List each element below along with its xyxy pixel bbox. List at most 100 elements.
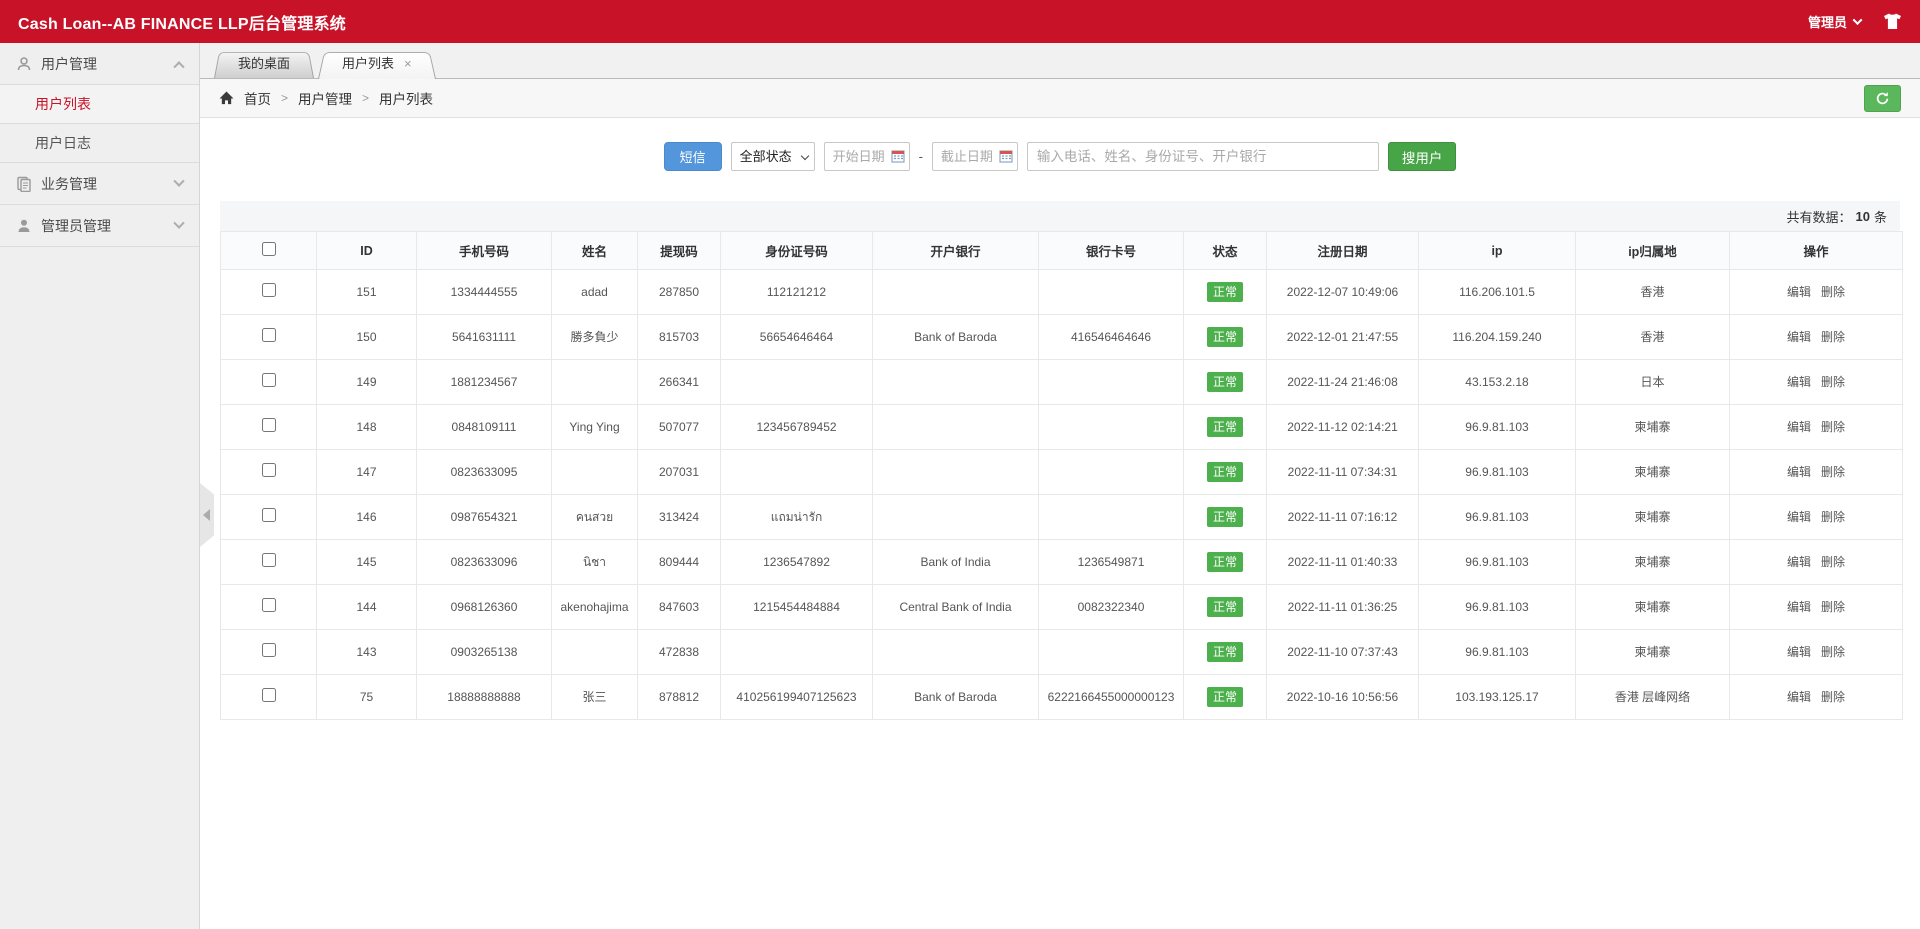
cell-phone: 1881234567 <box>417 360 552 405</box>
delete-link[interactable]: 删除 <box>1821 645 1845 659</box>
edit-link[interactable]: 编辑 <box>1787 420 1811 434</box>
breadcrumb-item-user-list[interactable]: 用户列表 <box>379 88 433 108</box>
cell-date: 2022-12-07 10:49:06 <box>1267 270 1419 315</box>
edit-link[interactable]: 编辑 <box>1787 645 1811 659</box>
theme-button[interactable] <box>1883 13 1902 30</box>
cell-idcard: 410256199407125623 <box>721 675 873 720</box>
breadcrumb-bar: 首页 > 用户管理 > 用户列表 <box>200 79 1920 118</box>
sms-button[interactable]: 短信 <box>664 142 722 171</box>
cell-ip: 96.9.81.103 <box>1419 630 1576 675</box>
start-date-input[interactable] <box>824 142 910 171</box>
admin-label: 管理员 <box>1808 12 1847 31</box>
cell-status: 正常 <box>1184 315 1267 360</box>
cell-checkbox <box>221 360 317 405</box>
breadcrumb-item-user-management[interactable]: 用户管理 <box>298 88 352 108</box>
delete-link[interactable]: 删除 <box>1821 285 1845 299</box>
cell-phone: 0968126360 <box>417 585 552 630</box>
table-row: 1450823633096นิชา8094441236547892Bank of… <box>221 540 1903 585</box>
row-checkbox[interactable] <box>262 688 276 702</box>
cell-name: 勝多負少 <box>552 315 638 360</box>
table-row: 1460987654321คนสวย313424แถมน่ารัก正常2022-… <box>221 495 1903 540</box>
delete-link[interactable]: 删除 <box>1821 330 1845 344</box>
status-select[interactable]: 全部状态 <box>731 142 815 171</box>
cell-status: 正常 <box>1184 450 1267 495</box>
cell-ip: 96.9.81.103 <box>1419 450 1576 495</box>
edit-link[interactable]: 编辑 <box>1787 555 1811 569</box>
filter-bar: 短信 全部状态 - <box>220 142 1900 171</box>
cell-bank <box>873 270 1039 315</box>
edit-link[interactable]: 编辑 <box>1787 600 1811 614</box>
header-phone: 手机号码 <box>417 232 552 270</box>
summary-count: 10 <box>1856 209 1870 224</box>
tab-label: 用户列表 <box>342 56 394 71</box>
edit-link[interactable]: 编辑 <box>1787 465 1811 479</box>
row-checkbox[interactable] <box>262 418 276 432</box>
cell-code: 507077 <box>638 405 721 450</box>
status-badge: 正常 <box>1207 282 1243 302</box>
row-checkbox[interactable] <box>262 328 276 342</box>
sidebar-item-user-list[interactable]: 用户列表 <box>0 85 199 124</box>
cell-name: Ying Ying <box>552 405 638 450</box>
row-checkbox[interactable] <box>262 463 276 477</box>
cell-card <box>1039 270 1184 315</box>
cell-date: 2022-11-12 02:14:21 <box>1267 405 1419 450</box>
cell-actions: 编辑删除 <box>1730 315 1903 360</box>
cell-date: 2022-10-16 10:56:56 <box>1267 675 1419 720</box>
cell-bank <box>873 360 1039 405</box>
search-user-button[interactable]: 搜用户 <box>1388 142 1457 171</box>
layout: 用户管理 用户列表 用户日志 业务管理 管理员管理 <box>0 43 1920 929</box>
cell-id: 147 <box>317 450 417 495</box>
delete-link[interactable]: 删除 <box>1821 690 1845 704</box>
tab-my-desktop[interactable]: 我的桌面 <box>214 49 314 78</box>
sidebar-item-user-log[interactable]: 用户日志 <box>0 124 199 163</box>
chevron-down-icon <box>1853 15 1863 25</box>
cell-id: 144 <box>317 585 417 630</box>
cell-phone: 0823633096 <box>417 540 552 585</box>
cell-idcard <box>721 450 873 495</box>
tab-user-list[interactable]: 用户列表 <box>318 49 436 79</box>
header-ip: ip <box>1419 232 1576 270</box>
status-badge: 正常 <box>1207 507 1243 527</box>
end-date-input[interactable] <box>932 142 1018 171</box>
delete-link[interactable]: 删除 <box>1821 510 1845 524</box>
table-row: 1470823633095207031正常2022-11-11 07:34:31… <box>221 450 1903 495</box>
status-badge: 正常 <box>1207 327 1243 347</box>
sidebar-group-business-management[interactable]: 业务管理 <box>0 163 199 205</box>
table-body: 1511334444555adad287850112121212正常2022-1… <box>221 270 1903 720</box>
cell-region: 柬埔寨 <box>1576 450 1730 495</box>
edit-link[interactable]: 编辑 <box>1787 690 1811 704</box>
refresh-button[interactable] <box>1864 85 1901 112</box>
delete-link[interactable]: 删除 <box>1821 375 1845 389</box>
edit-link[interactable]: 编辑 <box>1787 375 1811 389</box>
cell-bank <box>873 450 1039 495</box>
row-checkbox[interactable] <box>262 598 276 612</box>
select-all-checkbox[interactable] <box>262 242 276 256</box>
cell-code: 847603 <box>638 585 721 630</box>
delete-link[interactable]: 删除 <box>1821 555 1845 569</box>
sidebar-group-admin-management[interactable]: 管理员管理 <box>0 205 199 247</box>
sidebar-group-user-management[interactable]: 用户管理 <box>0 43 199 85</box>
status-badge: 正常 <box>1207 462 1243 482</box>
row-checkbox[interactable] <box>262 373 276 387</box>
cell-date: 2022-12-01 21:47:55 <box>1267 315 1419 360</box>
close-tab-icon[interactable] <box>404 56 412 71</box>
cell-status: 正常 <box>1184 405 1267 450</box>
search-input[interactable] <box>1027 142 1379 171</box>
delete-link[interactable]: 删除 <box>1821 600 1845 614</box>
cell-region: 日本 <box>1576 360 1730 405</box>
cell-code: 313424 <box>638 495 721 540</box>
breadcrumb: 首页 > 用户管理 > 用户列表 <box>219 88 433 108</box>
row-checkbox[interactable] <box>262 508 276 522</box>
row-checkbox[interactable] <box>262 283 276 297</box>
status-badge: 正常 <box>1207 687 1243 707</box>
edit-link[interactable]: 编辑 <box>1787 330 1811 344</box>
edit-link[interactable]: 编辑 <box>1787 510 1811 524</box>
breadcrumb-item-home[interactable]: 首页 <box>244 88 271 108</box>
row-checkbox[interactable] <box>262 553 276 567</box>
cell-bank <box>873 630 1039 675</box>
delete-link[interactable]: 删除 <box>1821 465 1845 479</box>
admin-menu[interactable]: 管理员 <box>1808 12 1861 31</box>
row-checkbox[interactable] <box>262 643 276 657</box>
edit-link[interactable]: 编辑 <box>1787 285 1811 299</box>
delete-link[interactable]: 删除 <box>1821 420 1845 434</box>
